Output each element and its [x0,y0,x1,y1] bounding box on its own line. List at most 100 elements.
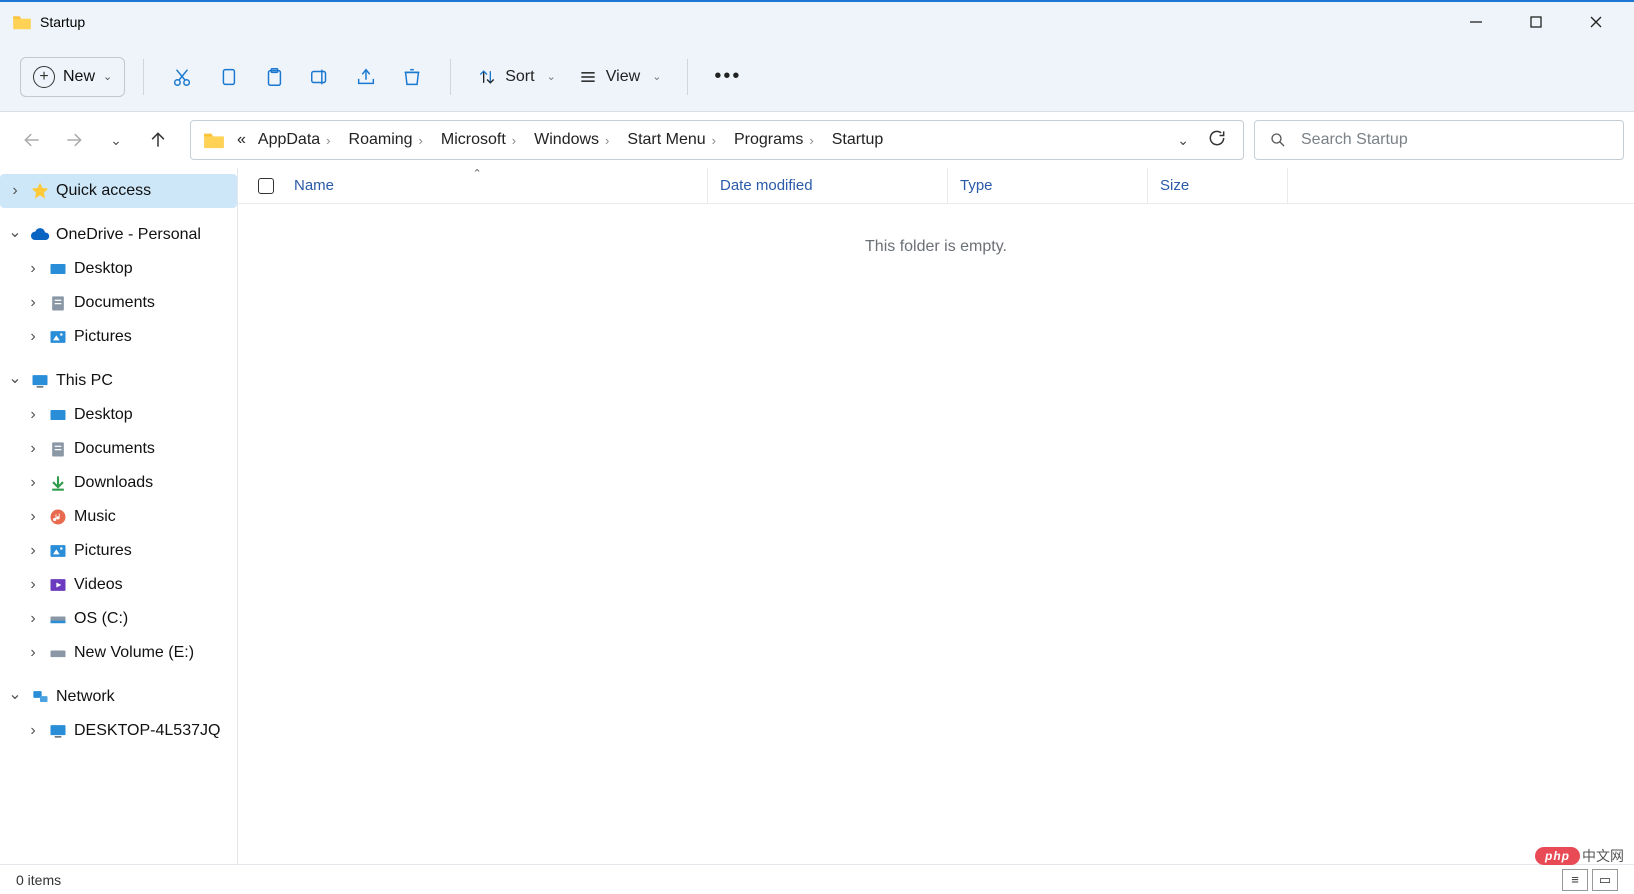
breadcrumb-item[interactable]: Programs› [728,131,826,149]
sidebar-item-label: Quick access [56,182,151,200]
back-button[interactable] [20,128,44,152]
search-icon [1269,131,1287,149]
sidebar-item-label: OneDrive - Personal [56,226,201,244]
paste-button[interactable] [254,57,294,97]
watermark: php 中文网 [1535,846,1624,866]
pc-icon [30,371,50,391]
delete-button[interactable] [392,57,432,97]
copy-button[interactable] [208,57,248,97]
minimize-button[interactable] [1446,2,1506,42]
picture-icon [48,541,68,561]
sidebar-item-label: DESKTOP-4L537JQ [74,722,220,740]
sidebar-item-label: OS (C:) [74,610,128,628]
sidebar-item-label: Videos [74,576,123,594]
empty-folder-message: This folder is empty. [238,238,1634,256]
sidebar-network[interactable]: Network [0,680,237,714]
rename-button[interactable] [300,57,340,97]
address-bar[interactable]: « AppData› Roaming› Microsoft› Windows› … [190,120,1244,160]
sidebar-item-documents[interactable]: Documents [18,286,237,320]
sidebar-item-pictures[interactable]: Pictures [18,534,237,568]
sidebar-item-videos[interactable]: Videos [18,568,237,602]
drive-icon [48,609,68,629]
sidebar-item-label: This PC [56,372,113,390]
sidebar-item-label: Documents [74,294,155,312]
sidebar-quick-access[interactable]: Quick access [0,174,237,208]
sidebar-item-downloads[interactable]: Downloads [18,466,237,500]
maximize-button[interactable] [1506,2,1566,42]
history-dropdown[interactable]: ⌄ [104,128,128,152]
sidebar-item-label: Music [74,508,116,526]
column-size[interactable]: Size [1148,168,1288,203]
sidebar-item-music[interactable]: Music [18,500,237,534]
column-label: Date modified [720,177,813,194]
separator [687,59,688,95]
search-input[interactable] [1301,131,1609,149]
document-icon [48,439,68,459]
address-dropdown[interactable]: ⌄ [1177,132,1189,149]
breadcrumb-item[interactable]: Startup [826,131,890,149]
separator [143,59,144,95]
sidebar-onedrive[interactable]: OneDrive - Personal [0,218,237,252]
sidebar-item-label: New Volume (E:) [74,644,194,662]
column-type[interactable]: Type [948,168,1148,203]
sidebar-item-desktop[interactable]: Desktop [18,398,237,432]
column-label: Type [960,177,993,194]
toolbar: + New ⌄ Sort ⌄ View ⌄ ••• [0,42,1634,112]
title-bar: Startup [0,2,1634,42]
search-box[interactable] [1254,120,1624,160]
breadcrumb-item[interactable]: Microsoft› [435,131,528,149]
nav-buttons: ⌄ [10,128,180,152]
details-view-button[interactable]: ≡ [1562,869,1588,891]
watermark-badge: php [1535,847,1580,865]
view-button[interactable]: View ⌄ [570,57,670,97]
sidebar-item-desktop[interactable]: Desktop [18,252,237,286]
folder-icon [203,131,225,149]
breadcrumb-item[interactable]: Windows› [528,131,621,149]
column-name[interactable]: Name ⌃ [238,168,708,203]
breadcrumb-item[interactable]: AppData› [252,131,343,149]
sidebar-item-label: Network [56,688,115,706]
document-icon [48,293,68,313]
column-label: Size [1160,177,1189,194]
close-button[interactable] [1566,2,1626,42]
sidebar-item-label: Desktop [74,406,133,424]
sort-button[interactable]: Sort ⌄ [469,57,564,97]
breadcrumb-item[interactable]: Start Menu› [621,131,728,149]
sidebar-item-drive-c[interactable]: OS (C:) [18,602,237,636]
sidebar-item-computer[interactable]: DESKTOP-4L537JQ [18,714,237,748]
picture-icon [48,327,68,347]
column-headers: Name ⌃ Date modified Type Size [238,168,1634,204]
icons-view-button[interactable]: ▭ [1592,869,1618,891]
sidebar-item-documents[interactable]: Documents [18,432,237,466]
chevron-down-icon: ⌄ [652,70,661,83]
breadcrumb-overflow[interactable]: « [231,131,252,149]
content-area: Name ⌃ Date modified Type Size This fold… [238,168,1634,864]
cloud-icon [30,225,50,245]
breadcrumb-item[interactable]: Roaming› [343,131,435,149]
new-label: New [63,68,95,86]
sidebar-item-label: Downloads [74,474,153,492]
sidebar-item-pictures[interactable]: Pictures [18,320,237,354]
new-button[interactable]: + New ⌄ [20,57,125,97]
item-count: 0 items [16,872,61,888]
folder-icon [48,259,68,279]
more-button[interactable]: ••• [706,57,749,97]
chevron-down-icon: ⌄ [103,70,112,83]
select-all-checkbox[interactable] [258,178,274,194]
forward-button[interactable] [62,128,86,152]
column-date[interactable]: Date modified [708,168,948,203]
sidebar-this-pc[interactable]: This PC [0,364,237,398]
view-label: View [606,68,640,86]
watermark-text: 中文网 [1582,846,1624,866]
sidebar-item-drive-e[interactable]: New Volume (E:) [18,636,237,670]
download-icon [48,473,68,493]
folder-icon [12,14,32,30]
body: Quick access OneDrive - Personal Desktop… [0,168,1634,864]
up-button[interactable] [146,128,170,152]
navigation-pane: Quick access OneDrive - Personal Desktop… [0,168,238,864]
column-label: Name [294,177,334,194]
refresh-button[interactable] [1207,128,1227,153]
folder-icon [48,405,68,425]
share-button[interactable] [346,57,386,97]
cut-button[interactable] [162,57,202,97]
